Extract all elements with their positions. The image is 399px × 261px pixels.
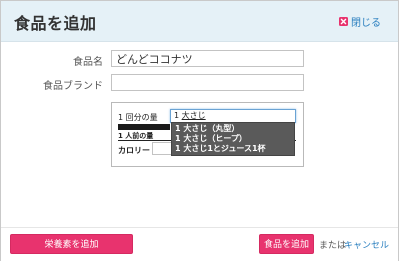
close-label: 閉じる <box>351 18 381 29</box>
suggestion-item[interactable]: 1 大さじ（丸型） <box>172 124 294 134</box>
or-text: または <box>319 241 347 251</box>
add-food-dialog: 食品を追加 閉じる 食品名 食品ブランド 1 回分の量 1 大さじ 1 人前の量… <box>0 0 399 261</box>
cancel-link[interactable]: キャンセル <box>344 238 389 251</box>
serving-size-label: 1 回分の量 <box>118 113 158 122</box>
calorie-field[interactable] <box>152 142 172 155</box>
food-name-label: 食品名 <box>73 57 103 68</box>
serving-size-input[interactable]: 1 大さじ <box>170 109 296 123</box>
brand-label: 食品ブランド <box>43 81 103 92</box>
suggestion-item[interactable]: 1 大さじ1とジュース1杯 <box>172 144 294 154</box>
add-nutrition-button[interactable]: 栄養素を追加 <box>10 234 133 254</box>
brand-field[interactable] <box>111 74 304 91</box>
close-button[interactable]: 閉じる <box>339 14 381 29</box>
add-food-button[interactable]: 食品を追加 <box>259 234 314 254</box>
close-icon <box>339 17 348 26</box>
food-name-field[interactable] <box>111 50 304 67</box>
calorie-label: カロリー <box>118 146 150 155</box>
serving-unit: 大さじ <box>181 111 206 120</box>
serving-suggestions-dropdown: 1 大さじ（丸型） 1 大さじ（ヒープ） 1 大さじ1とジュース1杯 <box>171 122 295 156</box>
suggestion-item[interactable]: 1 大さじ（ヒープ） <box>172 134 294 144</box>
dialog-title: 食品を追加 <box>14 14 97 33</box>
dialog-header: 食品を追加 閉じる <box>1 1 398 42</box>
divider-bar <box>118 124 170 130</box>
serving-quantity: 1 <box>174 111 182 120</box>
